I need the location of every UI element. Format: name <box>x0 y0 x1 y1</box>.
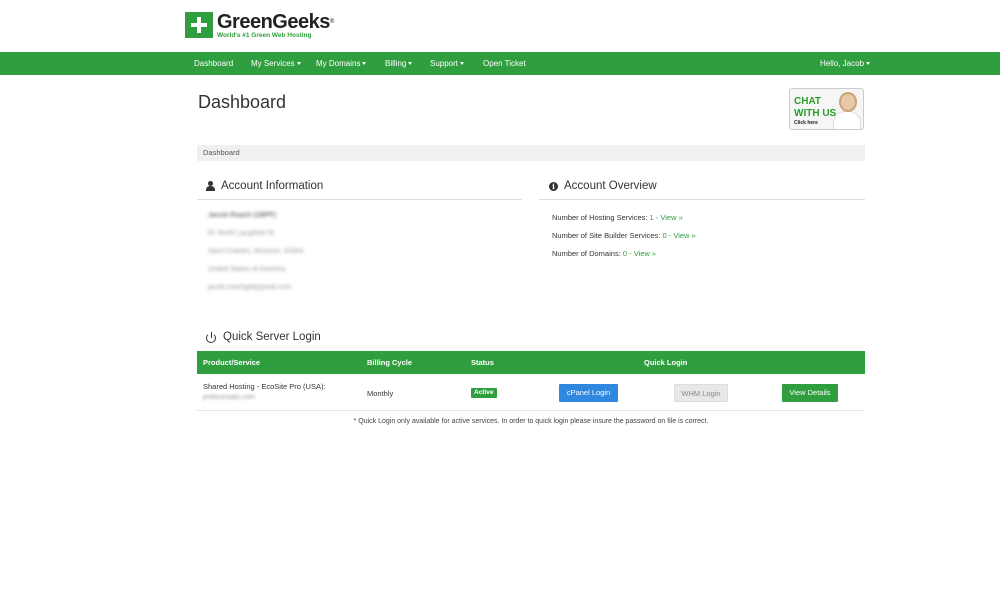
breadcrumb-item[interactable]: Dashboard <box>203 148 240 157</box>
power-icon <box>206 331 217 343</box>
nav-my-services-label: My Services <box>251 59 295 68</box>
nav-support[interactable]: Support <box>430 52 465 75</box>
chat-with-us-button[interactable]: CHAT WITH US Click here <box>789 88 864 130</box>
support-agent-icon <box>839 92 857 112</box>
user-menu[interactable]: Hello, Jacob <box>820 52 871 75</box>
column-header-product: Product/Service <box>203 358 261 367</box>
cpanel-login-button[interactable]: cPanel Login <box>559 384 618 402</box>
view-domains-link[interactable]: View » <box>634 249 656 258</box>
table-row: Shared Hosting - EcoSite Pro (USA): jira… <box>197 374 865 411</box>
whm-login-button[interactable]: WHM Login <box>674 384 728 402</box>
breadcrumb: Dashboard <box>197 145 865 161</box>
info-icon: i <box>549 181 558 191</box>
nav-open-ticket-label: Open Ticket <box>483 59 526 68</box>
column-header-status: Status <box>471 358 494 367</box>
account-email: jacob.roachgd@gmail.com <box>208 284 291 291</box>
overview-hosting-services: Number of Hosting Services: 1 - View » <box>552 213 683 222</box>
product-domain: jiraficonsalo.com <box>203 394 256 401</box>
brand-logo[interactable]: GreenGeeks® World's #1 Green Web Hosting <box>185 12 334 40</box>
divider <box>197 199 522 200</box>
registered-mark: ® <box>329 19 334 25</box>
status-badge: Active <box>471 388 497 398</box>
account-overview-heading: i Account Overview <box>549 180 657 192</box>
account-information-heading: Account Information <box>206 180 323 192</box>
account-information-title: Account Information <box>221 180 324 192</box>
column-header-billing-cycle: Billing Cycle <box>367 358 413 367</box>
account-address-1: 81 North Langfield St. <box>208 230 276 237</box>
nav-billing-label: Billing <box>385 59 407 68</box>
chat-line-1: CHAT <box>794 96 822 107</box>
chat-line-2: WITH US <box>794 108 837 119</box>
chevron-down-icon <box>296 62 301 66</box>
account-address-2: Saint Charles, Missouri, 63304 <box>208 248 304 255</box>
account-name: Jacob Roach (1BPF) <box>208 212 277 219</box>
quick-server-login-title: Quick Server Login <box>223 331 321 343</box>
overview-site-builder-services: Number of Site Builder Services: 0 - Vie… <box>552 231 696 240</box>
nav-dashboard[interactable]: Dashboard <box>194 52 233 75</box>
main-nav: Dashboard My Services My Domains Billing… <box>0 52 1000 75</box>
product-name: Shared Hosting - EcoSite Pro (USA): <box>203 382 326 391</box>
account-overview-title: Account Overview <box>564 180 657 192</box>
user-icon <box>206 181 215 191</box>
user-greeting: Hello, Jacob <box>820 59 865 68</box>
brand-name: GreenGeeks <box>217 11 330 33</box>
chevron-down-icon <box>866 62 871 66</box>
overview-label: Number of Hosting Services: <box>552 213 648 222</box>
column-header-quick-login: Quick Login <box>644 358 688 367</box>
billing-cycle: Monthly <box>367 389 394 398</box>
plus-icon <box>185 12 213 38</box>
quick-server-login-heading: Quick Server Login <box>206 331 321 343</box>
chevron-down-icon <box>362 62 367 66</box>
overview-separator: - <box>627 249 634 258</box>
overview-label: Number of Site Builder Services: <box>552 231 661 240</box>
support-agent-icon-body <box>833 111 861 129</box>
logo-text: GreenGeeks® World's #1 Green Web Hosting <box>217 12 334 40</box>
account-country: United States of America <box>208 266 286 273</box>
nav-open-ticket[interactable]: Open Ticket <box>483 52 526 75</box>
chevron-down-icon <box>460 62 465 66</box>
view-hosting-services-link[interactable]: View » <box>660 213 682 222</box>
nav-support-label: Support <box>430 59 459 68</box>
page-title: Dashboard <box>198 92 287 112</box>
quick-login-footnote: * Quick Login only available for active … <box>353 418 709 425</box>
overview-domains: Number of Domains: 0 - View » <box>552 249 656 258</box>
nav-dashboard-label: Dashboard <box>194 59 234 68</box>
divider <box>539 199 865 200</box>
nav-my-domains[interactable]: My Domains <box>316 52 367 75</box>
table-header: Product/Service Billing Cycle Status Qui… <box>197 351 865 374</box>
nav-billing[interactable]: Billing <box>385 52 413 75</box>
overview-label: Number of Domains: <box>552 249 621 258</box>
chevron-down-icon <box>408 62 413 66</box>
nav-my-services[interactable]: My Services <box>251 52 301 75</box>
brand-tagline: World's #1 Green Web Hosting <box>217 32 312 39</box>
chat-line-3: Click here <box>794 120 818 126</box>
view-site-builder-services-link[interactable]: View » <box>673 231 695 240</box>
nav-my-domains-label: My Domains <box>316 59 361 68</box>
view-details-button[interactable]: View Details <box>782 384 838 402</box>
